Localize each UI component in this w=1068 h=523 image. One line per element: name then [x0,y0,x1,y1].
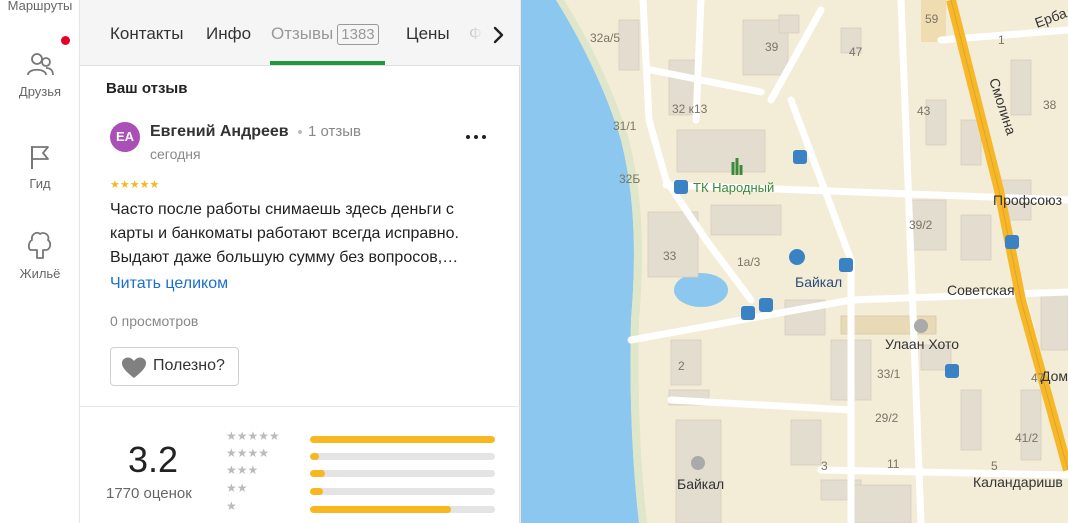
flag-icon [31,146,49,169]
app-root: Маршруты Друзья Гид Жильё Контакты Инфо … [0,0,1068,523]
label-33: 33 [663,249,677,263]
tab-contacts[interactable]: Контакты [110,24,183,44]
label-43: 43 [917,104,931,118]
rail-item-housing[interactable]: Жильё [0,228,80,281]
useful-label: Полезно? [153,357,225,374]
rail-item-label: Друзья [18,84,62,99]
label-1: 1 [998,33,1005,47]
distribution-bar-fill [310,506,451,513]
place-baikal-stop: Байкал [795,274,842,290]
label-32k13: 32 к13 [672,102,708,116]
label-39: 39 [765,40,779,54]
label-38: 38 [1043,98,1057,112]
rail-item-label: Маршруты [7,0,73,13]
label-11: 11 [887,457,900,471]
label-1a3: 1а/3 [737,255,761,269]
review-text: Часто после работы снимаешь здесь деньги… [110,201,459,266]
tab-bar: Контакты Инфо Отзывы1383 Цены Ф [80,0,520,66]
label-3: 3 [821,459,828,473]
left-rail: Маршруты Друзья Гид Жильё [0,0,80,523]
divider [80,406,520,407]
distribution-bar [310,470,495,477]
distribution-stars: ★★★★★ [226,429,280,443]
rail-item-label: Жильё [19,266,61,281]
rail-item-label: Гид [29,176,51,191]
place-tk-narodny: ТК Народный [693,180,774,195]
heart-icon [122,357,146,378]
label-32b: 32Б [619,172,640,186]
tab-reviews[interactable]: Отзывы 1383 [271,24,379,45]
map[interactable]: 32а/5 39 47 59 32 к13 43 38 1 31/1 32Б 3… [521,0,1068,523]
street-kalandarishv: Каландаришв [973,474,1063,490]
label-31-1: 31/1 [613,119,637,133]
tab-reviews-label: Отзывы [271,24,334,43]
review-date: сегодня [150,146,201,162]
label-32a5: 32а/5 [590,31,620,45]
place-baikal-building: Байкал [677,476,724,492]
avatar[interactable]: ЕА [110,122,140,152]
label-39-2: 39/2 [909,218,933,232]
reviews-count-badge: 1383 [337,24,379,45]
distribution-bar [310,506,495,513]
useful-button[interactable]: Полезно? [110,347,239,386]
lake [674,273,728,307]
distribution-bar-fill [310,470,325,477]
label-29-2: 29/2 [875,411,899,425]
label-2: 2 [678,359,685,373]
read-more-link[interactable]: Читать целиком [110,275,228,293]
label-59: 59 [925,12,939,26]
distribution-stars: ★ [226,499,237,513]
rail-item-routes[interactable]: Маршруты [0,0,80,13]
tab-info[interactable]: Инфо [206,24,251,44]
housing-icon [27,231,52,259]
transit-pin [789,249,805,265]
friends-icon [27,53,54,76]
label-41-2: 41/2 [1015,431,1039,445]
place-ulaan-hoto: Улаан Хото [885,336,959,352]
rail-item-guide[interactable]: Гид [0,142,80,191]
label-33-1: 33/1 [877,367,901,381]
tab-prices[interactable]: Цены [406,24,450,44]
active-tab-indicator [270,61,385,65]
distribution-stars: ★★★ [226,463,259,477]
review-stars: ★★★★★ [110,179,160,191]
distribution-bar-fill [310,488,323,495]
distribution-bar [310,436,495,443]
chevron-right-icon[interactable] [484,20,514,50]
author-review-count: 1 отзыв [308,123,362,140]
your-review-title: Ваш отзыв [106,80,188,97]
review-author[interactable]: Евгений Андреев [150,123,289,141]
place-dom: Дом [1041,368,1068,384]
separator-dot [298,130,302,134]
notification-badge [61,36,70,45]
street-sovetskaya: Советская [947,282,1015,298]
tab-fade [466,20,484,50]
map-canvas[interactable]: 32а/5 39 47 59 32 к13 43 38 1 31/1 32Б 3… [521,0,1068,523]
distribution-bar-fill [310,453,320,460]
more-options-icon[interactable] [464,128,488,144]
distribution-stars: ★★★★ [226,446,270,460]
rail-item-friends[interactable]: Друзья [0,50,80,99]
label-5: 5 [991,459,998,473]
views-count: 0 просмотров [110,313,199,329]
rating-value: 3.2 [128,439,179,480]
rating-count: 1770 оценок [106,485,192,502]
distribution-bar-fill [310,436,495,443]
street-profsoyuz: Профсоюз [993,192,1062,208]
distribution-bar [310,488,495,495]
distribution-bar [310,453,495,460]
label-47: 47 [849,45,863,59]
org-panel: Контакты Инфо Отзывы1383 Цены Ф Ваш отзы… [80,0,520,523]
distribution-stars: ★★ [226,481,248,495]
